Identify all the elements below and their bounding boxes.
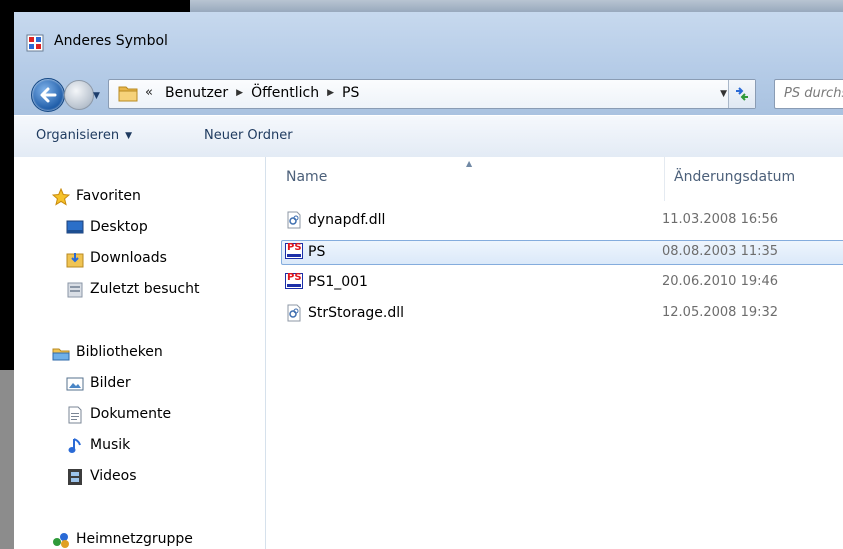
title-bar: Anderes Symbol ▼ « Benutzer ▶ Öffentlich ▶ P… — [14, 12, 843, 115]
dll-file-icon — [285, 304, 303, 322]
app-icon — [26, 34, 44, 52]
window-title: Anderes Symbol — [54, 33, 168, 49]
history-dropdown-icon[interactable]: ▼ — [93, 91, 100, 101]
navigation-pane: Favoriten Desktop Downloads Zuletzt besu… — [14, 157, 266, 549]
homegroup-icon — [52, 531, 70, 549]
command-bar: Organisieren ▼ Neuer Ordner — [14, 115, 843, 158]
column-header-name[interactable]: Name — [286, 169, 327, 185]
address-bar[interactable]: « Benutzer ▶ Öffentlich ▶ PS ▼ — [108, 79, 756, 109]
overflow-chevron-icon[interactable]: « — [145, 85, 153, 100]
address-dropdown-icon[interactable]: ▼ — [720, 89, 727, 99]
organize-dropdown-icon: ▼ — [125, 131, 133, 141]
breadcrumb-item-ps[interactable]: PS — [342, 85, 359, 101]
music-note-icon — [66, 437, 84, 455]
background-gray — [0, 370, 14, 549]
refresh-button[interactable] — [728, 80, 755, 108]
ps-app-icon — [285, 272, 303, 291]
breadcrumb-separator-icon[interactable]: ▶ — [236, 88, 243, 98]
refresh-icon — [736, 87, 748, 101]
search-box[interactable]: PS durchsuchen — [774, 79, 843, 109]
sort-indicator-icon: ▲ — [466, 159, 473, 168]
column-divider[interactable] — [664, 157, 665, 201]
pictures-icon — [66, 375, 84, 393]
file-list: Name ▲ Änderungsdatum dynapdf.dll 11.03.… — [266, 157, 843, 549]
libraries-icon — [52, 344, 70, 362]
documents-icon — [66, 406, 84, 424]
file-dialog-window: Anderes Symbol ▼ « Benutzer ▶ Öffentlich ▶ P… — [14, 12, 843, 549]
recent-places-icon — [66, 281, 84, 299]
list-item-selected[interactable]: PS 08.08.2003 11:35 — [281, 240, 843, 265]
search-input[interactable]: PS durchsuchen — [784, 86, 843, 101]
background-window-edge — [190, 0, 843, 12]
star-icon — [51, 187, 71, 206]
forward-button[interactable] — [64, 80, 94, 110]
breadcrumb-item-oeffentlich[interactable]: Öffentlich — [251, 85, 319, 101]
list-item[interactable]: PS1_001 20.06.2010 19:46 — [282, 271, 843, 294]
list-item[interactable]: StrStorage.dll 12.05.2008 19:32 — [282, 302, 843, 325]
downloads-folder-icon — [66, 250, 84, 268]
breadcrumb-separator-icon[interactable]: ▶ — [327, 88, 334, 98]
new-folder-button[interactable]: Neuer Ordner — [204, 128, 293, 143]
videos-icon — [66, 468, 84, 486]
breadcrumb: Benutzer ▶ Öffentlich ▶ PS — [165, 85, 359, 101]
folder-icon — [118, 84, 138, 106]
column-header-date[interactable]: Änderungsdatum — [674, 169, 795, 185]
back-button[interactable] — [31, 78, 65, 112]
desktop-icon — [66, 219, 84, 237]
breadcrumb-item-benutzer[interactable]: Benutzer — [165, 85, 228, 101]
organize-button[interactable]: Organisieren ▼ — [36, 128, 132, 143]
list-item[interactable]: dynapdf.dll 11.03.2008 16:56 — [282, 209, 843, 232]
ps-app-icon — [285, 242, 303, 261]
back-arrow-icon — [40, 87, 57, 103]
dll-file-icon — [285, 211, 303, 229]
